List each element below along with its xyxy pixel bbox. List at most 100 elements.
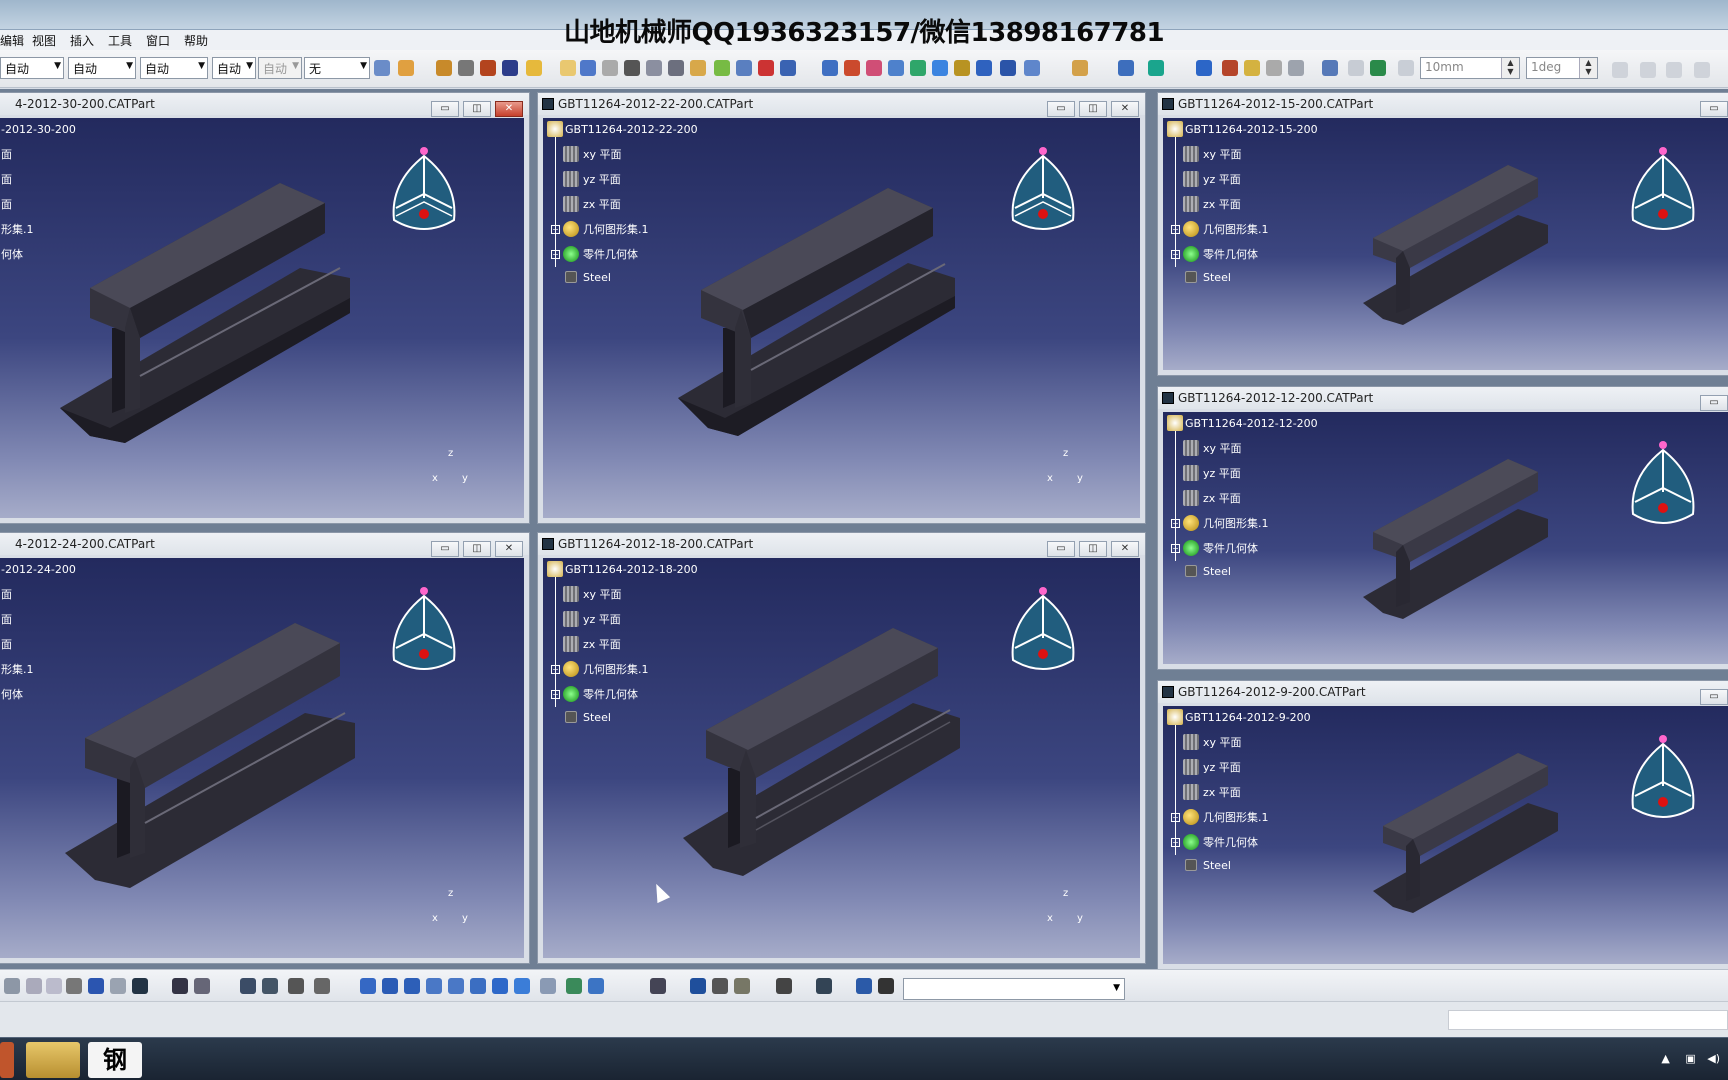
command-input[interactable] xyxy=(1448,1010,1728,1030)
help-icon[interactable] xyxy=(132,978,148,994)
tree-node[interactable]: 几何图形集.1 xyxy=(1203,515,1269,533)
tool-icon[interactable] xyxy=(4,978,20,994)
tree-node[interactable]: 几何图形集.1 xyxy=(1203,221,1269,239)
tool-icon[interactable] xyxy=(1024,60,1040,76)
tool-icon[interactable] xyxy=(1694,62,1710,78)
tray-up-arrow-icon[interactable]: ▲ xyxy=(1661,1052,1669,1065)
rail-3d-model[interactable] xyxy=(50,178,410,478)
compass-icon[interactable] xyxy=(1003,578,1083,683)
fit-all-icon[interactable] xyxy=(360,978,376,994)
tool-icon[interactable] xyxy=(1612,62,1628,78)
tree-node[interactable]: xy 平面 xyxy=(1203,146,1242,164)
tool-icon[interactable] xyxy=(588,978,604,994)
rail-3d-model[interactable] xyxy=(673,178,993,468)
tree-node[interactable]: xy 平面 xyxy=(1203,440,1242,458)
maximize-button[interactable]: ◫ xyxy=(463,541,491,557)
maximize-button[interactable]: ◫ xyxy=(1079,101,1107,117)
tree-node[interactable]: 几何图形集.1 xyxy=(583,661,649,679)
tree-node[interactable]: yz 平面 xyxy=(583,611,621,629)
tree-root[interactable]: -2012-24-200 xyxy=(1,561,76,579)
tool-icon[interactable] xyxy=(844,60,860,76)
tool-icon[interactable] xyxy=(736,60,752,76)
tool-icon[interactable] xyxy=(436,60,452,76)
compass-icon[interactable] xyxy=(1623,726,1703,831)
tool-icon[interactable] xyxy=(1118,60,1134,76)
tool-icon[interactable] xyxy=(976,60,992,76)
close-button[interactable]: ✕ xyxy=(1111,101,1139,117)
combo-line-type[interactable]: 无 ▼ xyxy=(304,57,370,79)
tree-node[interactable]: 几何图形集.1 xyxy=(583,221,649,239)
tool-icon[interactable] xyxy=(932,60,948,76)
expand-icon[interactable]: + xyxy=(1171,225,1180,234)
window-caption[interactable]: GBT11264-2012-12-200.CATPart xyxy=(1158,387,1728,409)
tool-icon[interactable] xyxy=(816,978,832,994)
3d-viewport[interactable]: GBT11264-2012-18-200 xy 平面 yz 平面 zx 平面 +… xyxy=(543,558,1140,958)
tool-icon[interactable] xyxy=(690,60,706,76)
tool-icon[interactable] xyxy=(1244,60,1260,76)
tree-node[interactable]: zx 平面 xyxy=(1203,784,1241,802)
expand-icon[interactable]: + xyxy=(1171,544,1180,553)
network-icon[interactable]: ▣ xyxy=(1685,1052,1695,1065)
document-window[interactable]: GBT11264-2012-15-200.CATPart ▭◫ GBT11264… xyxy=(1157,92,1728,376)
close-button[interactable]: ✕ xyxy=(495,101,523,117)
rotate-icon[interactable] xyxy=(404,978,420,994)
expand-icon[interactable]: + xyxy=(551,250,560,259)
tree-root[interactable]: GBT11264-2012-22-200 xyxy=(565,121,698,139)
copy-icon[interactable] xyxy=(46,978,62,994)
length-spinner[interactable]: 10mm ▲ ▼ xyxy=(1420,57,1520,79)
hand-pan-icon[interactable] xyxy=(624,60,640,76)
close-button[interactable]: ✕ xyxy=(1111,541,1139,557)
tree-node[interactable]: yz 平面 xyxy=(1203,465,1241,483)
tool-icon[interactable] xyxy=(194,978,210,994)
tree-node[interactable]: 面 xyxy=(1,611,12,629)
menu-edit[interactable]: 编辑 xyxy=(0,32,24,49)
tree-node[interactable]: Steel xyxy=(1203,857,1231,875)
undo-icon[interactable] xyxy=(88,978,104,994)
tree-node[interactable]: 零件几何体 xyxy=(1203,246,1258,264)
tool-icon[interactable] xyxy=(1266,60,1282,76)
close-button[interactable]: ✕ xyxy=(495,541,523,557)
3d-viewport[interactable]: GBT11264-2012-9-200 xy 平面 yz 平面 zx 平面 + … xyxy=(1163,706,1728,964)
maximize-button[interactable]: ◫ xyxy=(463,101,491,117)
document-window[interactable]: GBT11264-2012-18-200.CATPart ▭ ◫ ✕ GBT1126… xyxy=(537,532,1146,964)
tree-root[interactable]: -2012-30-200 xyxy=(1,121,76,139)
rail-3d-model[interactable] xyxy=(55,618,415,918)
3d-viewport[interactable]: GBT11264-2012-12-200 xy 平面 yz 平面 zx 平面 +… xyxy=(1163,412,1728,664)
tool-icon[interactable] xyxy=(1288,60,1304,76)
tool-icon[interactable] xyxy=(1348,60,1364,76)
tool-icon[interactable] xyxy=(262,978,278,994)
3d-viewport[interactable]: -2012-30-200 面 面 面 形集.1 何体 z x y xyxy=(0,118,524,518)
spin-arrows-icon[interactable]: ▲ ▼ xyxy=(1579,58,1597,78)
tree-node[interactable]: yz 平面 xyxy=(583,171,621,189)
tool-icon[interactable] xyxy=(650,978,666,994)
tool-icon[interactable] xyxy=(954,60,970,76)
expand-icon[interactable]: + xyxy=(551,225,560,234)
menu-tools[interactable]: 工具 xyxy=(108,32,132,49)
window-caption[interactable]: GBT11264-2012-9-200.CATPart xyxy=(1158,681,1728,703)
tool-icon[interactable] xyxy=(1196,60,1212,76)
tree-root[interactable]: GBT11264-2012-18-200 xyxy=(565,561,698,579)
rail-3d-model[interactable] xyxy=(1358,457,1578,637)
compass-icon[interactable] xyxy=(1623,432,1703,537)
tool-icon[interactable] xyxy=(668,60,684,76)
tool-icon[interactable] xyxy=(1000,60,1016,76)
tree-node[interactable]: 零件几何体 xyxy=(1203,540,1258,558)
tool-icon[interactable] xyxy=(758,60,774,76)
tree-node[interactable]: 零件几何体 xyxy=(1203,834,1258,852)
tool-icon[interactable] xyxy=(480,60,496,76)
redo-icon[interactable] xyxy=(110,978,126,994)
window-caption[interactable]: GBT11264-2012-15-200.CATPart xyxy=(1158,93,1728,115)
compass-icon[interactable] xyxy=(1623,138,1703,243)
tree-node[interactable]: yz 平面 xyxy=(1203,171,1241,189)
tool-icon[interactable] xyxy=(1666,62,1682,78)
minimize-button[interactable]: ▭ xyxy=(1700,101,1728,117)
document-window[interactable]: 4-2012-30-200.CATPart ▭ ◫ ✕ -2012-30-200 面… xyxy=(0,92,530,524)
expand-icon[interactable]: + xyxy=(1171,813,1180,822)
minimize-button[interactable]: ▭ xyxy=(1700,395,1728,411)
document-window[interactable]: 4-2012-24-200.CATPart ▭ ◫ ✕ -2012-24-200 面… xyxy=(0,532,530,964)
shading-icon[interactable] xyxy=(566,978,582,994)
tree-node[interactable]: 零件几何体 xyxy=(583,686,638,704)
iso-view-icon[interactable] xyxy=(514,978,530,994)
tool-icon[interactable] xyxy=(866,60,882,76)
start-button[interactable] xyxy=(0,1042,14,1078)
